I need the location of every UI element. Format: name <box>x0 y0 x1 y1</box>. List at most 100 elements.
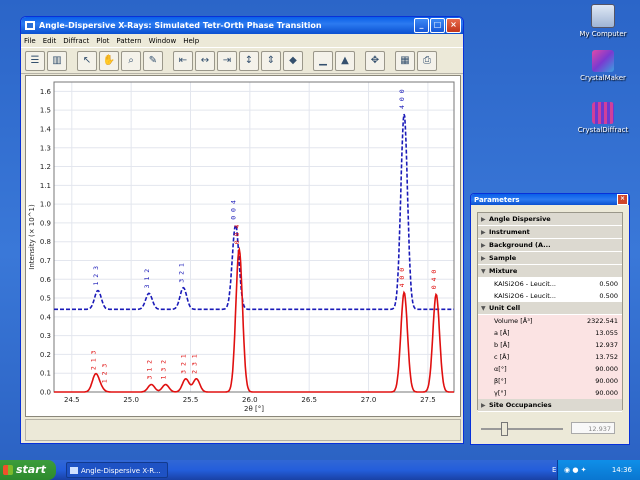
parameters-close-button[interactable]: × <box>617 194 628 205</box>
menu-plot[interactable]: Plot <box>96 37 109 45</box>
x-axis-label: 2θ [°] <box>244 405 264 413</box>
peak-label: 3 2 1 <box>180 354 188 374</box>
peak-label: 3 2 1 <box>177 263 185 283</box>
window-titlebar[interactable]: Angle-Dispersive X-Rays: Simulated Tetr-… <box>21 17 463 34</box>
y-axis-label: Intensity (× 10^1) <box>28 204 36 270</box>
diamond-view-icon[interactable]: ◆ <box>283 50 303 71</box>
hand-tool-icon[interactable]: ✋ <box>99 50 119 71</box>
tetragonal-series-line <box>54 113 454 311</box>
plot-area[interactable]: 0.0 0.1 0.2 0.3 0.4 0.5 0.6 0.7 0.8 0.9 1.0 1.1 1.2 1… <box>25 75 461 417</box>
y-tick-label: 0.4 <box>40 313 52 321</box>
menu-diffract[interactable]: Diffract <box>63 37 89 45</box>
y-tick-label: 0.2 <box>40 351 51 359</box>
x-tick-label: 24.5 <box>64 396 80 404</box>
structure-icon[interactable]: ▦ <box>395 50 415 71</box>
view-pane-icon[interactable]: ▥ <box>47 50 67 71</box>
y-tick-label: 0.1 <box>40 370 51 378</box>
section-sample[interactable]: ▶ Sample <box>478 252 622 265</box>
y-tick-label: 0.6 <box>40 276 52 284</box>
x-tick-label: 25.5 <box>183 396 199 404</box>
parameters-titlebar[interactable]: Parameters × <box>471 194 629 205</box>
y-tick-label: 0.0 <box>40 389 51 397</box>
view-list-icon[interactable]: ☰ <box>25 50 45 71</box>
toolbar: ☰ ▥ ↖ ✋ ⌕ ✎ ⇤ ↔ ⇥ ↕ ⇕ ◆ ▁ ▲ ✥ ▦ ⎙ <box>21 47 463 74</box>
expand-arrow-icon: ▶ <box>481 215 486 223</box>
collapse-arrow-icon: ▼ <box>481 267 486 275</box>
maximize-button[interactable]: □ <box>430 18 445 33</box>
y-tick-label: 1.3 <box>40 144 51 152</box>
y-tick-label: 1.6 <box>40 88 52 96</box>
measure-tool-icon[interactable]: ✎ <box>143 50 163 71</box>
expand-arrow-icon: ▶ <box>481 228 486 236</box>
menu-help[interactable]: Help <box>183 37 199 45</box>
parameters-title: Parameters <box>474 195 520 204</box>
zoom-tool-icon[interactable]: ⌕ <box>121 50 141 71</box>
y-tick-label: 1.5 <box>40 107 51 115</box>
menu-edit[interactable]: Edit <box>43 37 57 45</box>
close-button[interactable]: × <box>446 18 461 33</box>
y-tick-label: 0.3 <box>40 332 51 340</box>
x-tick-label: 25.0 <box>123 396 139 404</box>
status-bar <box>25 419 461 441</box>
crystaldiffract-icon <box>592 102 614 124</box>
peak-label: 0 0 4 <box>230 200 238 220</box>
parameters-window: Parameters × ▶ Angle Dispersive ▶ Instru… <box>470 193 630 445</box>
minimize-button[interactable]: _ <box>414 18 429 33</box>
menu-pattern[interactable]: Pattern <box>116 37 141 45</box>
stretch-horizontal-icon[interactable]: ↔ <box>195 50 215 71</box>
y-tick-label: 1.0 <box>40 201 51 209</box>
unit-cell-gamma[interactable]: γ[°] 90.000 <box>478 387 622 399</box>
print-icon[interactable]: ⎙ <box>417 50 437 71</box>
windows-flag-icon <box>3 465 13 475</box>
section-angle-dispersive[interactable]: ▶ Angle Dispersive <box>478 213 622 226</box>
y-tick-label: 1.2 <box>40 163 51 171</box>
x-tick-label: 27.0 <box>361 396 377 404</box>
menu-file[interactable]: File <box>24 37 36 45</box>
expand-arrow-icon: ▶ <box>481 241 486 249</box>
unit-cell-alpha[interactable]: α[°] 90.000 <box>478 363 622 375</box>
main-window: Angle-Dispersive X-Rays: Simulated Tetr-… <box>20 16 464 444</box>
unit-cell-c[interactable]: c [Å] 13.752 <box>478 351 622 363</box>
mixture-item[interactable]: KAlSi2O6 - Leucit... 0.500 <box>478 290 622 302</box>
desktop-icon-crystaldiffract[interactable]: CrystalDiffract <box>566 102 640 134</box>
desktop-icon-my-computer[interactable]: My Computer <box>566 4 640 38</box>
section-site-occupancies[interactable]: ▶ Site Occupancies <box>478 399 622 412</box>
peak-label: 0 4 0 <box>430 270 438 290</box>
value-slider-thumb[interactable] <box>501 422 508 436</box>
y-tick-label: 1.1 <box>40 182 51 190</box>
section-mixture[interactable]: ▼ Mixture <box>478 265 622 278</box>
peak-label: 1 2 3 <box>92 266 100 286</box>
peak-label: 3 1 2 <box>143 269 151 289</box>
unit-cell-b[interactable]: b [Å] 12.937 <box>478 339 622 351</box>
pointer-tool-icon[interactable]: ↖ <box>77 50 97 71</box>
fit-horizontal-icon[interactable]: ⇤ <box>173 50 193 71</box>
shrink-vertical-icon[interactable]: ⇕ <box>261 50 281 71</box>
peak-label: 1 3 2 <box>160 360 168 380</box>
stretch-vertical-icon[interactable]: ↕ <box>239 50 259 71</box>
section-instrument[interactable]: ▶ Instrument <box>478 226 622 239</box>
unit-cell-beta[interactable]: β[°] 90.000 <box>478 375 622 387</box>
peaks-view-icon[interactable]: ▁ <box>313 50 333 71</box>
start-button[interactable]: start <box>0 460 56 480</box>
desktop-icon-crystalmaker[interactable]: CrystalMaker <box>566 50 640 82</box>
x-tick-label: 26.5 <box>301 396 317 404</box>
value-slider-track[interactable] <box>481 428 563 430</box>
parameters-list: ▶ Angle Dispersive ▶ Instrument ▶ Backgr… <box>477 212 623 412</box>
profile-view-icon[interactable]: ▲ <box>335 50 355 71</box>
y-tick-label: 0.7 <box>40 257 51 265</box>
window-title: Angle-Dispersive X-Rays: Simulated Tetr-… <box>39 21 322 30</box>
y-tick-label: 0.8 <box>40 238 51 246</box>
move-icon[interactable]: ✥ <box>365 50 385 71</box>
taskbar-app-button[interactable]: Angle-Dispersive X-R... <box>66 462 168 478</box>
mixture-item[interactable]: KAlSi2O6 - Leucit... 0.500 <box>478 278 622 290</box>
slider-value-field[interactable]: 12.937 <box>571 422 615 434</box>
clock: 14:36 <box>611 466 632 474</box>
section-background[interactable]: ▶ Background (A... <box>478 239 622 252</box>
peak-label: 3 1 2 <box>145 360 153 380</box>
peak-label: 2 1 3 <box>90 350 98 370</box>
section-unit-cell[interactable]: ▼ Unit Cell <box>478 302 622 315</box>
unit-cell-a[interactable]: a [Å] 13.055 <box>478 327 622 339</box>
menu-window[interactable]: Window <box>149 37 177 45</box>
unit-cell-volume[interactable]: Volume [Å³] 2322.541 <box>478 315 622 327</box>
shrink-horizontal-icon[interactable]: ⇥ <box>217 50 237 71</box>
